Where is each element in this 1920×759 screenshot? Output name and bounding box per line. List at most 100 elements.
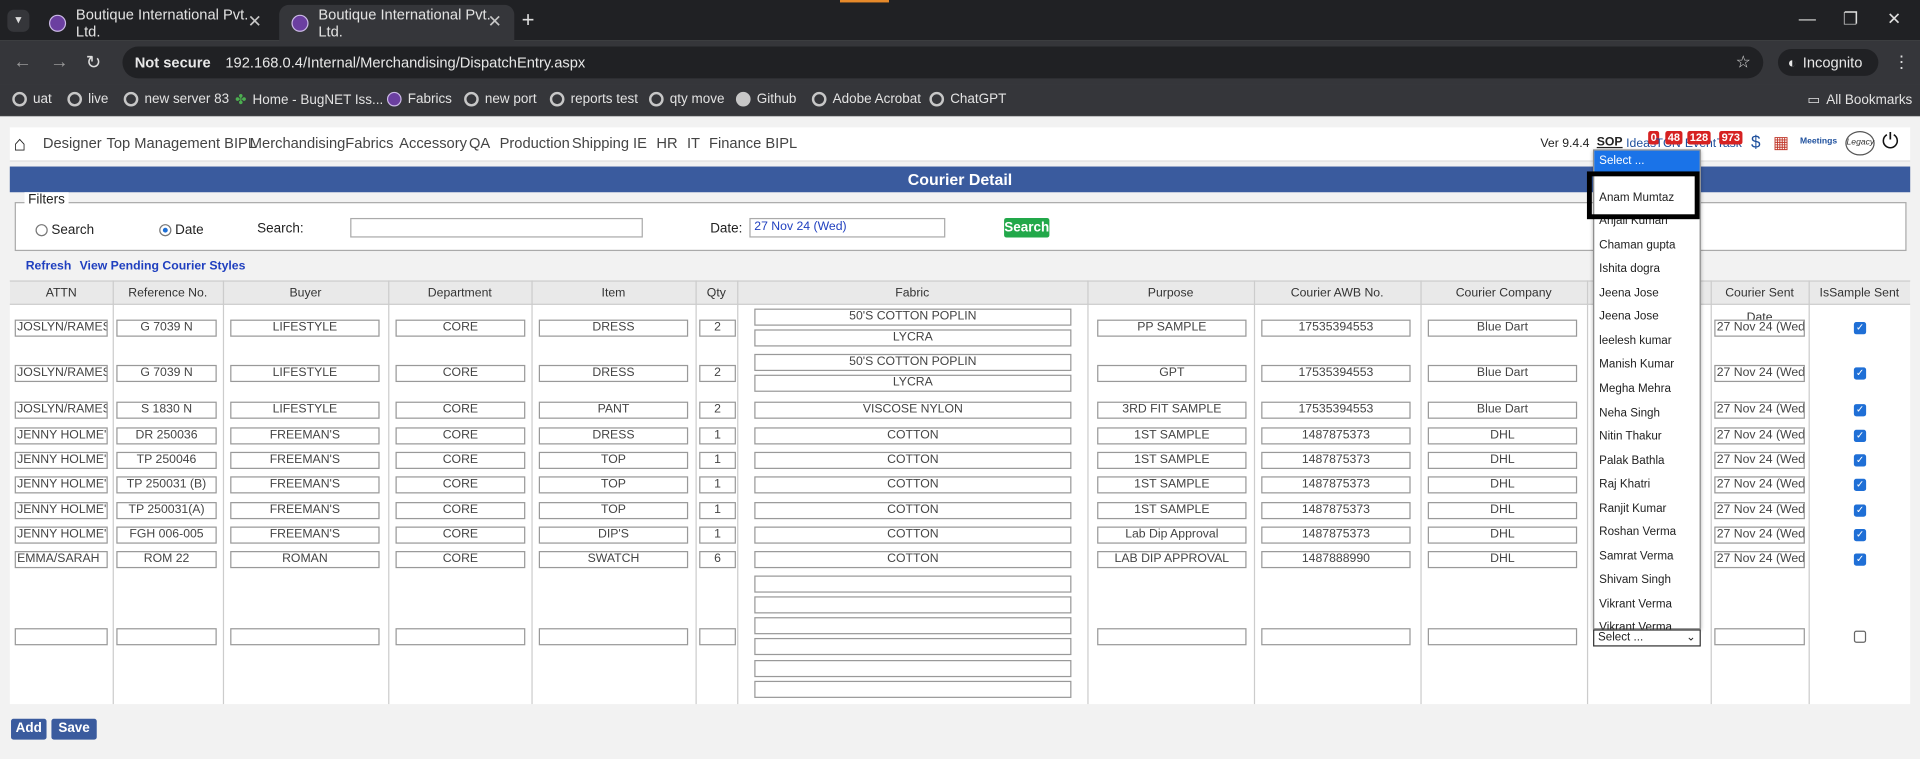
courier-company-input[interactable]: Blue Dart (1427, 319, 1578, 337)
back-icon[interactable]: ← (13, 51, 31, 72)
browser-menu-icon[interactable]: ⋮ (1893, 51, 1910, 72)
purpose-input[interactable]: GPT (1097, 364, 1247, 383)
buyer-input[interactable]: FREEMAN'S (230, 502, 380, 520)
purpose-input[interactable]: 1ST SAMPLE (1097, 476, 1247, 494)
courier-sent-date-input[interactable]: 27 Nov 24 (Wed) (1714, 427, 1805, 445)
fabric-input[interactable]: COTTON (754, 476, 1072, 494)
meetings-link[interactable]: Meetings (1800, 137, 1837, 146)
bookmark-reports-test[interactable]: reports test (549, 91, 638, 107)
fabric-input[interactable]: LYCRA (754, 374, 1072, 392)
department-input[interactable]: CORE (395, 551, 526, 569)
attn-input[interactable]: JENNY HOLME'S (14, 526, 108, 544)
bookmark-github[interactable]: Github (735, 91, 796, 107)
fabric-input[interactable]: COTTON (754, 526, 1072, 544)
dropdown-option[interactable]: Raj Khatri (1594, 474, 1699, 496)
qty-input[interactable]: 1 (699, 476, 736, 494)
dropdown-option[interactable]: Manish Kumar (1594, 354, 1699, 376)
search-radio[interactable] (35, 224, 48, 237)
bookmark-live[interactable]: live (67, 91, 108, 107)
awb-input[interactable]: 1487888990 (1261, 551, 1411, 569)
attn-input[interactable]: JOSLYN/RAMESH (14, 401, 108, 419)
fabric-input[interactable] (754, 637, 1072, 656)
attn-input[interactable]: EMMA/SARAH (14, 551, 108, 569)
pending-courier-link[interactable]: View Pending Courier Styles (80, 260, 246, 273)
is-sample-sent-checkbox[interactable]: ✓ (1853, 454, 1867, 467)
dropdown-option[interactable]: Shivam Singh (1594, 570, 1699, 592)
is-sample-sent-checkbox[interactable]: ✓ (1853, 322, 1867, 335)
browser-tab-1[interactable]: Boutique International Pvt. Ltd. ✕ (37, 5, 275, 41)
bookmark-bugnet[interactable]: ✤ Home - BugNET Iss... (235, 92, 383, 107)
reference-input[interactable]: S 1830 N (116, 401, 217, 419)
attn-input[interactable]: JENNY HOLME'S (14, 476, 108, 494)
qty-input[interactable]: 1 (699, 526, 736, 544)
purpose-input[interactable]: 1ST SAMPLE (1097, 502, 1247, 520)
attn-input[interactable]: JOSLYN/RAMESH (14, 319, 108, 337)
dropdown-option[interactable]: Vikrant Verma (1594, 594, 1699, 616)
nav-finance[interactable]: Finance BIPL (709, 135, 797, 152)
is-sample-sent-checkbox[interactable]: ✓ (1853, 504, 1867, 517)
bookmark-chatgpt[interactable]: ChatGPT (929, 91, 1006, 107)
qty-input[interactable]: 6 (699, 551, 736, 569)
date-radio[interactable] (159, 224, 172, 237)
qty-input[interactable]: 2 (699, 364, 736, 383)
buyer-input[interactable]: FREEMAN'S (230, 427, 380, 445)
buyer-input[interactable]: LIFESTYLE (230, 364, 380, 383)
nav-top-management[interactable]: Top Management BIPL (107, 135, 256, 152)
dropdown-option[interactable]: Jeena Jose (1594, 306, 1699, 328)
qty-input[interactable]: 1 (699, 451, 736, 469)
dropdown-option[interactable]: Samrat Verma (1594, 546, 1699, 568)
dropdown-option[interactable]: Select ... (1594, 150, 1700, 173)
finance-icon[interactable]: $ (1751, 132, 1761, 152)
nav-it[interactable]: IT (687, 135, 700, 152)
refresh-link[interactable]: Refresh (26, 260, 72, 273)
is-sample-sent-checkbox[interactable] (1853, 630, 1867, 643)
buyer-input[interactable]: FREEMAN'S (230, 451, 380, 469)
courier-company-input[interactable]: DHL (1427, 502, 1578, 520)
bookmark-qty-move[interactable]: qty move (648, 91, 724, 107)
fabric-input[interactable]: COTTON (754, 427, 1072, 445)
buyer-input[interactable]: LIFESTYLE (230, 401, 380, 419)
awb-input[interactable]: 1487875373 (1261, 451, 1411, 469)
nav-accessory[interactable]: Accessory (399, 135, 467, 152)
date-input[interactable]: 27 Nov 24 (Wed) (749, 217, 946, 238)
reference-input[interactable]: TP 250046 (116, 451, 217, 469)
courier-company-input[interactable]: DHL (1427, 526, 1578, 544)
all-bookmarks[interactable]: ▭ All Bookmarks (1807, 92, 1912, 107)
bookmark-new-port[interactable]: new port (464, 91, 537, 107)
attn-input[interactable]: JOSLYN/RAMESH (14, 364, 108, 383)
courier-sent-date-input[interactable]: 27 Nov 24 (Wed) (1714, 551, 1805, 569)
nav-ie[interactable]: IE (633, 135, 647, 152)
qty-input[interactable]: 1 (699, 502, 736, 520)
reference-input[interactable]: FGH 006-005 (116, 526, 217, 544)
awb-input[interactable]: 1487875373 (1261, 526, 1411, 544)
dropdown-option[interactable]: Ishita dogra (1594, 259, 1699, 281)
fabric-input[interactable]: LYCRA (754, 329, 1072, 347)
dropdown-option[interactable]: Neha Singh (1594, 402, 1699, 424)
close-tab-icon[interactable]: ✕ (248, 11, 262, 32)
new-tab-icon[interactable]: + (522, 7, 535, 33)
courier-company-input[interactable]: DHL (1427, 551, 1578, 569)
nav-hr[interactable]: HR (656, 135, 677, 152)
department-input[interactable]: CORE (395, 502, 526, 520)
save-button[interactable]: Save (51, 718, 97, 740)
awb-input[interactable]: 1487875373 (1261, 476, 1411, 494)
fabric-input[interactable]: 50'S COTTON POPLIN (754, 353, 1072, 372)
courier-company-input[interactable]: DHL (1427, 451, 1578, 469)
restore-icon[interactable]: ❐ (1843, 9, 1858, 30)
reference-input[interactable]: TP 250031 (B) (116, 476, 217, 494)
bookmark-new-server[interactable]: new server 83 (123, 91, 229, 107)
courier-sent-date-input[interactable]: 27 Nov 24 (Wed) (1714, 401, 1805, 419)
item-input[interactable]: DRESS (538, 319, 689, 337)
purpose-input[interactable]: 3RD FIT SAMPLE (1097, 401, 1247, 419)
dropdown-option[interactable]: Megha Mehra (1594, 378, 1699, 400)
department-input[interactable]: CORE (395, 476, 526, 494)
buyer-input[interactable]: ROMAN (230, 551, 380, 569)
dropdown-option[interactable]: Jeena Jose (1594, 283, 1699, 305)
assign-dropdown-list[interactable]: Select ... Anam Mumtaz Anjali Kumari Chaman… (1593, 149, 1701, 635)
add-button[interactable]: Add (11, 718, 47, 740)
omnibox[interactable]: Not secure 192.168.0.4/Internal/Merchand… (122, 46, 1764, 79)
tab-search-icon[interactable]: ▾ (7, 9, 30, 32)
close-tab-icon[interactable]: ✕ (488, 11, 502, 32)
item-input[interactable]: DRESS (538, 427, 689, 445)
fabric-input[interactable] (754, 575, 1072, 593)
